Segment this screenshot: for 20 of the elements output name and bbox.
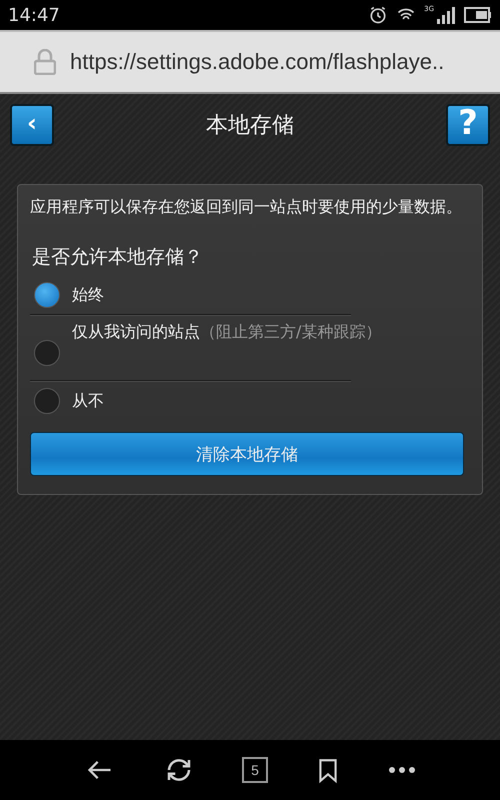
help-button[interactable]: ?: [446, 104, 490, 146]
option-label: 仅从我访问的站点: [72, 322, 200, 343]
more-nav-icon[interactable]: [388, 766, 416, 774]
radio-button[interactable]: [34, 388, 60, 414]
clock-time: 14:47: [8, 4, 60, 26]
battery-icon: [464, 7, 492, 23]
question-text: 是否允许本地存储？: [32, 245, 204, 270]
option-label: 从不: [72, 390, 104, 412]
option-note: （阻止第三方/某种跟踪）: [200, 322, 382, 343]
alarm-icon: [368, 5, 388, 25]
back-button[interactable]: ‹: [10, 104, 54, 146]
signal-icon: [436, 6, 456, 24]
radio-button[interactable]: [34, 282, 60, 308]
radio-button[interactable]: [34, 340, 60, 366]
lock-icon: [34, 49, 56, 75]
tabs-button[interactable]: 5: [242, 757, 268, 783]
option-label: 始终: [72, 284, 104, 306]
description-text: 应用程序可以保存在您返回到同一站点时要使用的少量数据。: [30, 196, 463, 218]
page-title: 本地存储: [206, 112, 294, 140]
clear-storage-button[interactable]: 清除本地存储: [30, 432, 464, 476]
